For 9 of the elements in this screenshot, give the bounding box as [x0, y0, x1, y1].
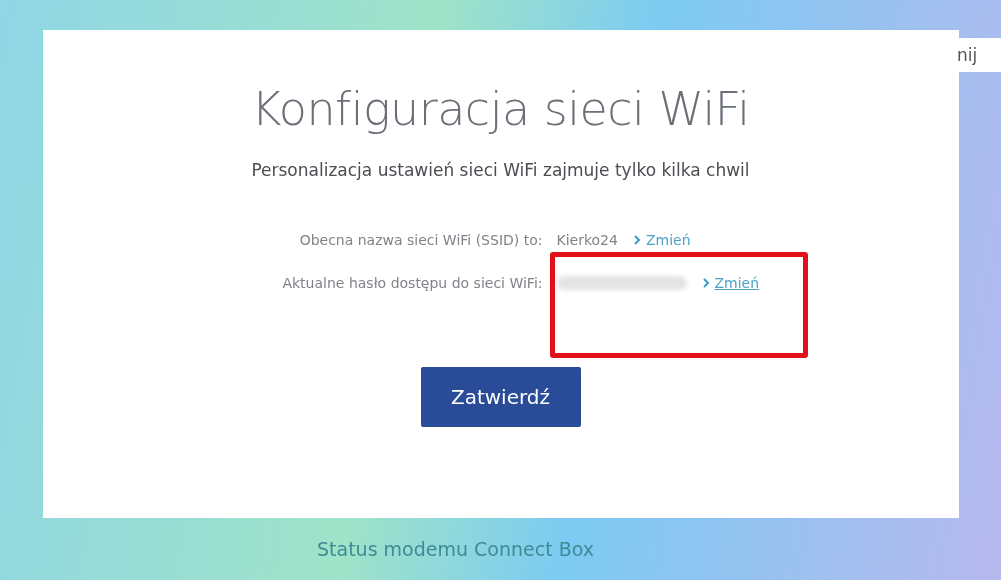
footer-text: Status modemu Connect Box	[317, 538, 594, 560]
dialog-subtitle: Personalizacja ustawień sieci WiFi zajmuje tylko kilka chwil	[251, 160, 750, 180]
dialog-title: Konfiguracja sieci WiFi	[251, 82, 750, 136]
setting-label: Obecna nazwa sieci WiFi (SSID) to:	[298, 231, 543, 248]
chevron-icon	[700, 276, 711, 289]
setting-value: Kierko24	[556, 231, 618, 248]
confirm-button[interactable]: Zatwierdź	[420, 367, 581, 427]
setting-label: Aktualne hasło dostępu do sieci WiFi:	[281, 274, 543, 291]
chevron-icon	[631, 233, 642, 246]
